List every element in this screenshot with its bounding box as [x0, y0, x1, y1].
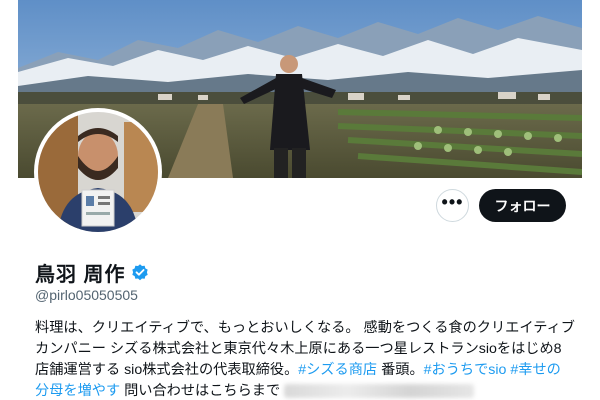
- profile-avatar[interactable]: [34, 108, 162, 236]
- handle: @pirlo05050505: [35, 287, 138, 303]
- profile-bio: 料理は、クリエイティブで、もっとおいしくなる。 感動をつくる食のクリエイティブカ…: [35, 318, 575, 400]
- name-row: 鳥羽 周作: [35, 258, 150, 287]
- redacted-contact: [284, 384, 475, 399]
- verified-badge-icon[interactable]: [130, 263, 150, 283]
- more-options-button[interactable]: •••: [436, 189, 469, 222]
- more-icon: •••: [441, 191, 464, 212]
- bio-text: 問い合わせはこちらまで: [120, 383, 281, 399]
- bio-text: 番頭。: [377, 362, 424, 378]
- hashtag-link[interactable]: #おうちでsio: [424, 362, 507, 378]
- display-name: 鳥羽 周作: [35, 264, 126, 286]
- hashtag-link[interactable]: #シズる商店: [298, 362, 377, 378]
- profile-card: ••• フォロー 鳥羽 周作 @pirlo05050505 料理は、クリエイティ…: [18, 0, 582, 400]
- follow-button[interactable]: フォロー: [479, 189, 566, 222]
